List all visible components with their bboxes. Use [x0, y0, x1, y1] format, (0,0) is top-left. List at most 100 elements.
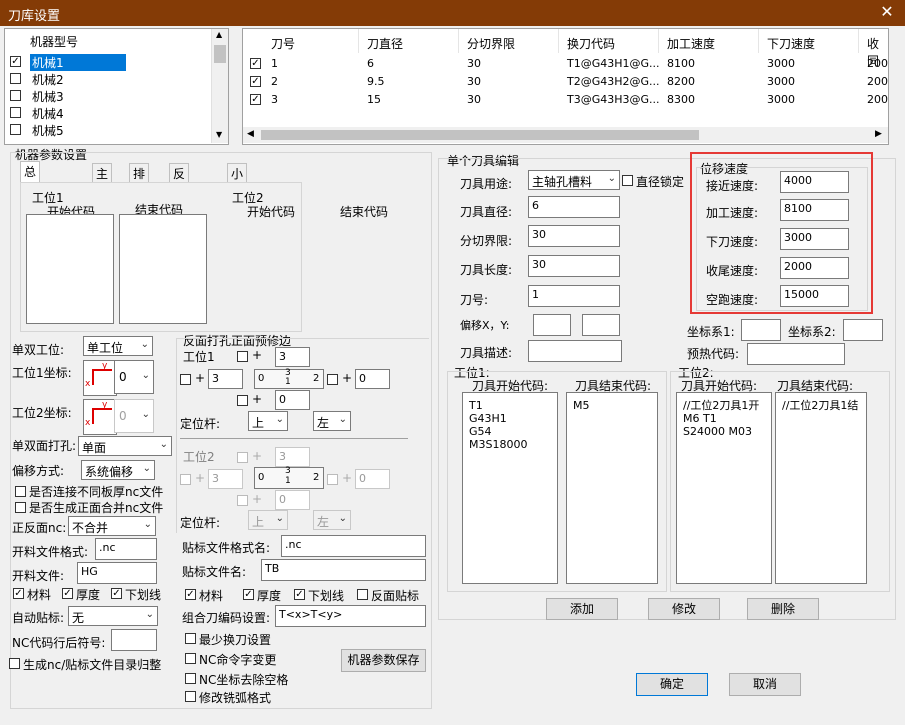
- locator-select-1[interactable]: 上 ⌄: [248, 411, 288, 431]
- ok-button[interactable]: 确定: [636, 673, 708, 696]
- column-header[interactable]: 刀号: [263, 29, 359, 53]
- machine-list-item[interactable]: 机械5: [5, 121, 212, 138]
- row-checkbox[interactable]: ✓: [250, 76, 261, 87]
- nc-suffix-input[interactable]: [111, 629, 157, 651]
- bd2-bottom-input[interactable]: 0: [275, 490, 310, 510]
- row-checkbox[interactable]: ✓: [250, 58, 261, 69]
- machine-list-item[interactable]: 机械3: [5, 87, 212, 104]
- offset-y-input[interactable]: [582, 314, 620, 336]
- dia-input[interactable]: 6: [528, 196, 620, 218]
- idle-input[interactable]: 15000: [780, 285, 849, 307]
- table-row[interactable]: ✓ 1 6 30 T1@G43H1@G... 8100 3000 200: [243, 55, 888, 73]
- nc-space-checkbox[interactable]: [185, 673, 196, 684]
- locator-select-3[interactable]: 上 ⌄: [248, 510, 288, 530]
- table-row[interactable]: ✓ 2 9.5 30 T2@G43H2@G... 8200 3000 200: [243, 73, 888, 91]
- machine-list-item[interactable]: 机械4: [5, 104, 212, 121]
- underline-checkbox[interactable]: ✓: [111, 588, 122, 599]
- auto-label-select[interactable]: 无 ⌄: [68, 606, 158, 626]
- vertical-scrollbar[interactable]: ▲ ▼: [211, 29, 228, 143]
- bd-right-input[interactable]: 0: [355, 369, 390, 389]
- label-underline-checkbox[interactable]: ✓: [294, 589, 305, 600]
- offset-select[interactable]: 系统偏移 ⌄: [81, 460, 155, 480]
- machine-list-item[interactable]: ✓ 机械1: [5, 53, 212, 71]
- approach-input[interactable]: 4000: [780, 171, 849, 193]
- desc-input[interactable]: [528, 340, 622, 362]
- machine-list[interactable]: 机器型号 ✓ 机械1 机械2 机械3 机械4 机械5 ▲ ▼: [4, 28, 229, 145]
- delete-button[interactable]: 删除: [747, 598, 819, 620]
- bd-top-checkbox[interactable]: [237, 351, 248, 362]
- cancel-button[interactable]: 取消: [729, 673, 801, 696]
- gen-dir-checkbox[interactable]: [9, 658, 20, 669]
- row-checkbox[interactable]: ✓: [250, 94, 261, 105]
- label-thickness-checkbox[interactable]: ✓: [243, 589, 254, 600]
- open-fmt-input[interactable]: .nc: [95, 538, 157, 560]
- label-name-input[interactable]: TB: [261, 559, 426, 581]
- bd-left-checkbox[interactable]: [180, 374, 191, 385]
- station1-start-code[interactable]: [26, 214, 114, 324]
- st2-start-code[interactable]: //工位2刀具1开 M6 T1 S24000 M03: [676, 392, 772, 584]
- front-back-select[interactable]: 不合并 ⌄: [68, 516, 156, 536]
- material-checkbox[interactable]: ✓: [13, 588, 24, 599]
- column-header[interactable]: 下刀速度: [759, 29, 859, 53]
- st1-start-code[interactable]: T1 G43H1 G54 M3S18000: [462, 392, 558, 584]
- st2-end-code[interactable]: //工位2刀具1结: [775, 392, 867, 584]
- bd-right-checkbox[interactable]: [327, 374, 338, 385]
- station1-end-code[interactable]: [119, 214, 207, 324]
- machine-list-item[interactable]: 机械2: [5, 70, 212, 87]
- coord2-icon[interactable]: x y: [83, 399, 117, 435]
- st1-end-code[interactable]: M5: [566, 392, 658, 584]
- column-header[interactable]: 换刀代码: [559, 29, 659, 53]
- station1-coord-select[interactable]: 0 ⌄: [114, 360, 154, 394]
- min-tool-checkbox[interactable]: [185, 633, 196, 644]
- bd2-right-checkbox[interactable]: [327, 474, 338, 485]
- preheat-input[interactable]: [747, 343, 845, 365]
- station2-coord-select[interactable]: 0 ⌄: [114, 399, 154, 433]
- add-button[interactable]: 添加: [546, 598, 618, 620]
- gen-merge-checkbox[interactable]: [15, 502, 26, 513]
- open-file-input[interactable]: HG: [77, 562, 157, 584]
- coord1-input[interactable]: [741, 319, 781, 341]
- num-input[interactable]: 1: [528, 285, 620, 307]
- close-icon[interactable]: ✕: [876, 2, 898, 21]
- down-input[interactable]: 3000: [780, 228, 849, 250]
- column-header[interactable]: 收同: [859, 29, 888, 68]
- label-material-checkbox[interactable]: ✓: [185, 589, 196, 600]
- bd-left-input[interactable]: 3: [208, 369, 243, 389]
- tail-input[interactable]: 2000: [780, 257, 849, 279]
- label-back-checkbox[interactable]: [357, 589, 368, 600]
- bd2-bottom-checkbox[interactable]: [237, 495, 248, 506]
- dia-lock-checkbox[interactable]: [622, 175, 633, 186]
- bd2-left-input[interactable]: 3: [208, 469, 243, 489]
- bd-bottom-checkbox[interactable]: [237, 395, 248, 406]
- machine-checkbox[interactable]: [10, 90, 21, 101]
- bd2-left-checkbox[interactable]: [180, 474, 191, 485]
- bd2-top-checkbox[interactable]: [237, 452, 248, 463]
- bd2-right-input[interactable]: 0: [355, 469, 390, 489]
- coord1-icon[interactable]: x y: [83, 360, 117, 396]
- connect-diff-checkbox[interactable]: [15, 486, 26, 497]
- mod-arc-checkbox[interactable]: [185, 691, 196, 702]
- combo-input[interactable]: T<x>T<y>: [275, 605, 426, 627]
- tool-table[interactable]: 刀号 刀直径 分切界限 换刀代码 加工速度 下刀速度 收同 ✓ 1 6 30 T1@G43H1@G.…: [242, 28, 889, 145]
- column-header[interactable]: 刀直径: [359, 29, 459, 53]
- locator-select-4[interactable]: 左 ⌄: [313, 510, 351, 530]
- bd-top-input[interactable]: 3: [275, 347, 310, 367]
- bd2-top-input[interactable]: 3: [275, 447, 310, 467]
- save-params-button[interactable]: 机器参数保存: [341, 649, 426, 672]
- thickness-checkbox[interactable]: ✓: [62, 588, 73, 599]
- bd-bottom-input[interactable]: 0: [275, 390, 310, 410]
- len-input[interactable]: 30: [528, 255, 620, 277]
- offset-x-input[interactable]: [533, 314, 571, 336]
- modify-button[interactable]: 修改: [648, 598, 720, 620]
- locator-select-2[interactable]: 左 ⌄: [313, 411, 351, 431]
- nc-cmd-checkbox[interactable]: [185, 653, 196, 664]
- column-header[interactable]: 分切界限: [459, 29, 559, 53]
- label-fmt-input[interactable]: .nc: [281, 535, 426, 557]
- cut-input[interactable]: 30: [528, 225, 620, 247]
- column-header[interactable]: 加工速度: [659, 29, 759, 53]
- work-input[interactable]: 8100: [780, 199, 849, 221]
- table-row[interactable]: ✓ 3 15 30 T3@G43H3@G... 8300 3000 200: [243, 91, 888, 109]
- machine-checkbox[interactable]: [10, 73, 21, 84]
- horizontal-scrollbar[interactable]: ◀ ▶: [243, 127, 888, 143]
- drill-select[interactable]: 单面 ⌄: [78, 436, 172, 456]
